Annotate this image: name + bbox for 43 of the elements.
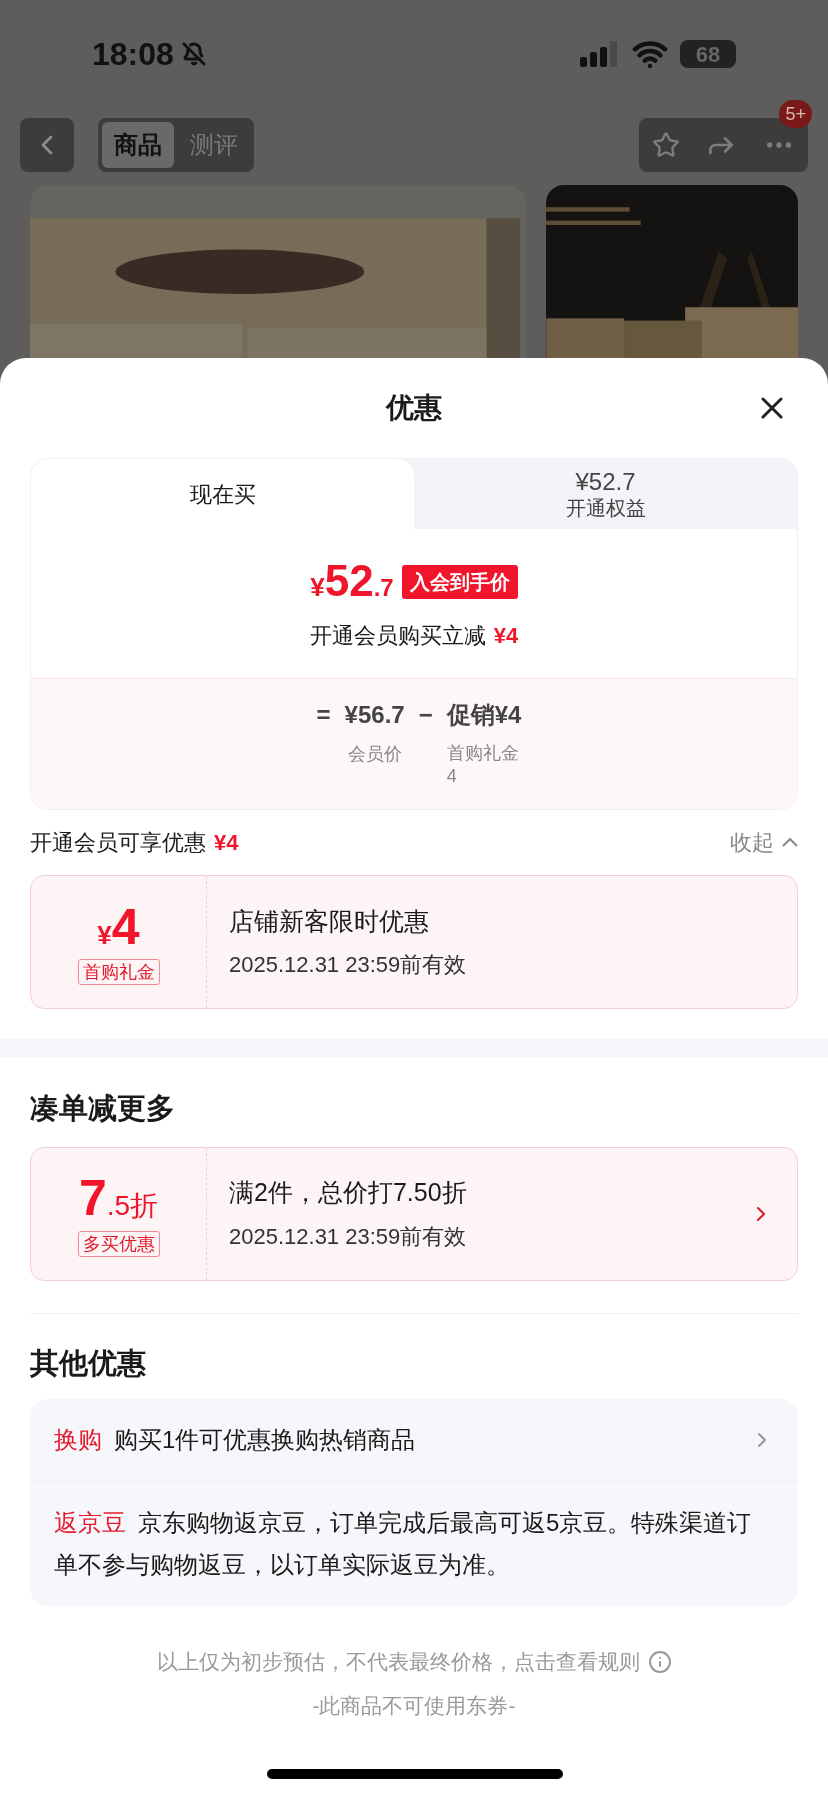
savings-note: 开通会员购买立减: [309, 622, 486, 650]
notification-badge: 5+: [779, 100, 812, 128]
promo-amount: 4: [446, 765, 457, 787]
offer-row[interactable]: 返京豆 京东购物返京豆，订单完成后最高可返5京豆。特殊渠道订单不参与购物返豆，以订单实际返豆为准。: [30, 1481, 798, 1606]
member-offer-label: 开通会员可享优惠: [30, 829, 206, 857]
savings-amount: ¥4: [493, 622, 519, 650]
promo-discount: 促销¥4: [446, 700, 522, 730]
price-tab[interactable]: 现在买: [31, 459, 414, 529]
equals-sign: =: [316, 700, 331, 730]
offer-text: 换购 购买1件可优惠换购热销商品: [54, 1425, 417, 1455]
info-icon[interactable]: [647, 1649, 672, 1674]
coupon-unit: .5折: [106, 1188, 159, 1223]
coupon-tag: 首购礼金: [77, 958, 160, 985]
sheet-title: 优惠: [386, 391, 442, 425]
section-heading: 其他优惠: [30, 1345, 147, 1381]
coupon-value: 7: [78, 1170, 107, 1225]
coupon-currency: ¥: [97, 919, 112, 952]
coupon-title: 店铺新客限时优惠: [229, 905, 430, 937]
back-button[interactable]: [20, 118, 74, 172]
coupon-value: 4: [111, 899, 140, 954]
coupon-tag: 多买优惠: [77, 1230, 160, 1257]
offer-row[interactable]: 换购 购买1件可优惠换购热销商品: [30, 1399, 798, 1481]
base-price: ¥56.7: [344, 700, 405, 730]
battery-indicator: 68: [680, 40, 736, 68]
minus-sign: −: [418, 700, 433, 730]
coupon-validity: 2025.12.31 23:59前有效: [229, 951, 468, 980]
collapse-button[interactable]: 收起: [730, 826, 798, 859]
section-heading: 凑单减更多: [30, 1091, 176, 1126]
base-price-label: 会员价: [347, 743, 402, 766]
coupon-validity: 2025.12.31 23:59前有效: [229, 1222, 468, 1251]
price-tag: 入会到手价: [401, 565, 518, 599]
clock-time: 18:08: [92, 35, 174, 74]
promo-label: 首购礼金: [446, 742, 519, 765]
bell-off-icon: [181, 42, 206, 66]
star-icon[interactable]: [651, 131, 680, 159]
offer-text: 返京豆 京东购物返京豆，订单完成后最高可返5京豆。特殊渠道订单不参与购物返豆，以订单实际返豆为准。: [54, 1508, 753, 1580]
coupon-card[interactable]: 7.5折 多买优惠 满2件，总价打7.50折 2025.12.31 23:59前有效: [30, 1146, 798, 1281]
coupon-restriction-note: -此商品不可使用东券-: [312, 1692, 516, 1719]
member-price: ¥52.7: [310, 557, 394, 607]
member-offer-amount: ¥4: [214, 829, 239, 857]
signal-icon: [580, 41, 620, 67]
coupon-title: 满2件，总价打7.50折: [229, 1177, 468, 1209]
coupon-card[interactable]: ¥4 首购礼金 店铺新客限时优惠 2025.12.31 23:59前有效: [30, 875, 798, 1009]
